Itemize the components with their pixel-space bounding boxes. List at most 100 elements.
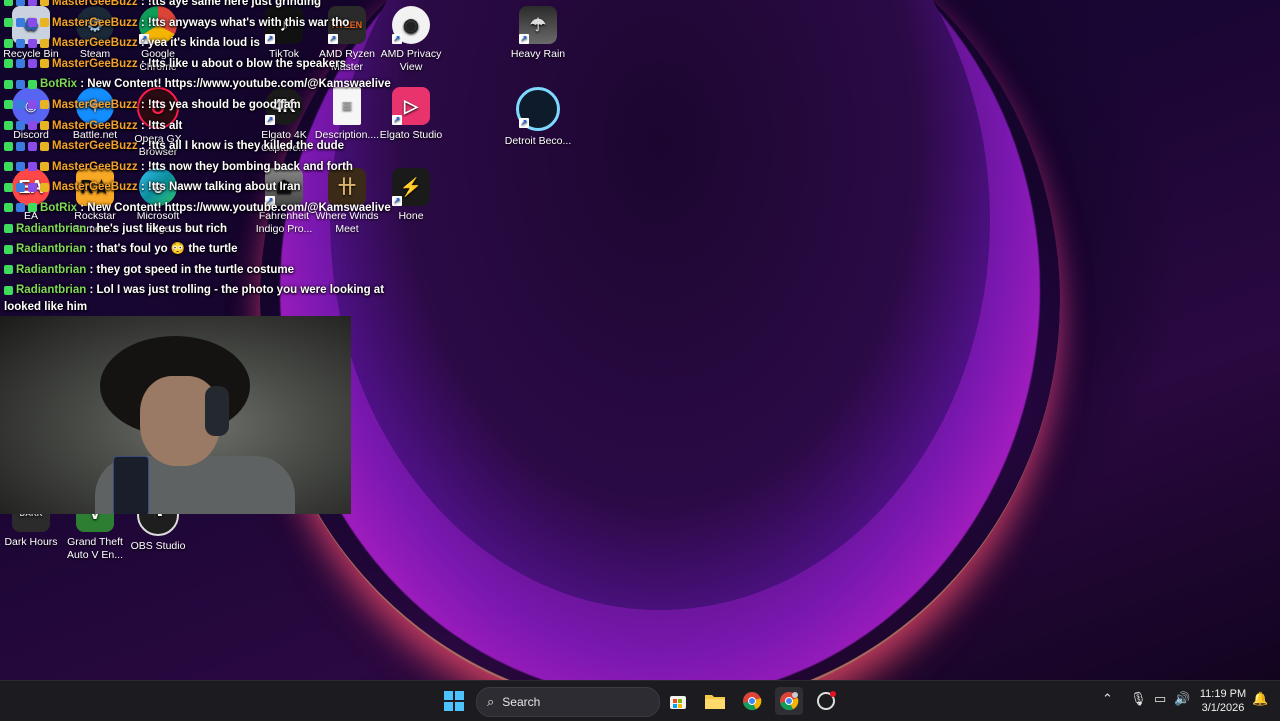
chat-username: MasterGeeBuzz	[52, 0, 138, 8]
windows-start-button[interactable]	[440, 687, 468, 715]
kick-badge-icon	[4, 162, 13, 172]
kick-badge-icon	[4, 59, 13, 69]
desktop-icon-heavy-rain[interactable]: ☂ ↗ Heavy Rain	[503, 6, 573, 61]
chat-username: MasterGeeBuzz	[52, 37, 138, 50]
chat-text: : !tts all I know is they killed the dud…	[140, 140, 345, 153]
kick-badge-icon	[4, 182, 13, 192]
chat-username: MasterGeeBuzz	[52, 181, 138, 194]
clock-date: 3/1/2026	[1201, 702, 1245, 714]
kick-badge-icon	[4, 224, 13, 233]
taskbar-app[interactable]	[812, 687, 840, 715]
sub-badge-icon	[16, 79, 25, 89]
chat-text: : !tts now they bombing back and forth	[140, 160, 353, 173]
kick-badge-icon	[4, 141, 13, 151]
kick-badge-icon	[4, 121, 13, 131]
crown-badge-icon	[40, 162, 49, 172]
tray-speaker-icon[interactable]: 🔊	[1174, 691, 1190, 707]
sub-badge-icon	[16, 203, 25, 213]
gift-badge-icon	[28, 38, 37, 48]
icon-label: OBS Studio	[130, 540, 186, 552]
chat-message: Radiantbrian : Lol I was just trolling -…	[0, 280, 414, 316]
chat-text: : that's foul yo 😳 the turtle	[89, 243, 238, 256]
tray-notification-icon[interactable]: 🔔	[1252, 691, 1268, 707]
icon-label: Grand Theft Auto V En...	[66, 536, 124, 561]
taskbar-clock[interactable]: 11:19 PM 3/1/2026	[1196, 687, 1250, 715]
chat-message: BotRix : New Content! https://www.youtub…	[0, 74, 420, 95]
chat-username: Radiantbrian	[16, 284, 87, 297]
chat-text: : !tts like u about o blow the speakers	[140, 57, 346, 70]
kick-badge-icon	[4, 203, 13, 213]
crown-badge-icon	[40, 141, 49, 151]
crown-badge-icon	[40, 100, 49, 110]
taskbar-chrome[interactable]	[738, 687, 766, 715]
taskbar-file-explorer[interactable]	[701, 687, 729, 715]
microsoft-store-icon	[670, 696, 686, 709]
chat-text: : he's just like us but rich	[89, 222, 228, 235]
sub-badge-icon	[16, 141, 25, 151]
gift-badge-icon	[28, 0, 37, 7]
chat-message: MasterGeeBuzz : !tts anyways what's with…	[0, 13, 420, 34]
chat-username: MasterGeeBuzz	[52, 57, 138, 70]
sub-badge-icon	[16, 182, 25, 192]
chat-message: BotRix : New Content! https://www.youtub…	[0, 198, 420, 219]
crown-badge-icon	[40, 59, 49, 69]
chat-username: MasterGeeBuzz	[52, 16, 138, 29]
chat-text: : !tts alt	[140, 119, 183, 132]
heavy-rain-icon: ☂ ↗	[519, 6, 557, 44]
kick-badge-icon	[4, 38, 13, 48]
gift-badge-icon	[28, 162, 37, 172]
taskbar-search-box[interactable]: ⌕ Search	[476, 687, 660, 717]
sub-badge-icon	[16, 0, 25, 7]
chat-username: Radiantbrian	[16, 222, 87, 235]
taskbar-microsoft-store[interactable]	[664, 687, 692, 715]
chat-username: BotRix	[40, 201, 78, 214]
app-icon	[817, 691, 836, 710]
file-explorer-icon	[705, 695, 725, 709]
headset-icon	[205, 386, 229, 436]
chat-text: : yea it's kinda loud is	[140, 37, 260, 50]
chat-username: MasterGeeBuzz	[52, 160, 138, 173]
chrome-profile-icon	[780, 692, 799, 711]
webcam-feed	[0, 316, 351, 514]
chat-username: MasterGeeBuzz	[52, 119, 138, 132]
chat-message: Radiantbrian : they got speed in the tur…	[0, 260, 420, 281]
sub-badge-icon	[16, 162, 25, 172]
chat-message: MasterGeeBuzz : !tts yea should be good …	[0, 95, 420, 116]
chat-message: MasterGeeBuzz : !tts Naww talking about …	[0, 177, 420, 198]
chat-text: : they got speed in the turtle costume	[89, 263, 294, 276]
gift-badge-icon	[28, 59, 37, 69]
chat-username: Radiantbrian	[16, 263, 87, 276]
sub-badge-icon	[16, 18, 25, 28]
taskbar: ⌕ Search ⌃ 🎙 ▭ 🔊 11:19 PM 3/1/2026 🔔	[0, 680, 1280, 721]
search-icon: ⌕	[487, 694, 495, 709]
chat-text: : !tts aye same here just grinding	[140, 0, 322, 8]
crown-badge-icon	[40, 182, 49, 192]
chat-message: Radiantbrian : he's just like us but ric…	[0, 219, 420, 240]
sub-badge-icon	[16, 59, 25, 69]
desktop-icon-detroit-become-human[interactable]: ↗ Detroit Beco...	[503, 87, 573, 148]
search-placeholder: Search	[502, 695, 541, 709]
verified-badge-icon	[28, 203, 37, 213]
kick-badge-icon	[4, 79, 13, 89]
gift-badge-icon	[28, 100, 37, 110]
tray-chevron-up-icon[interactable]: ⌃	[1102, 691, 1113, 707]
clock-time: 11:19 PM	[1199, 688, 1247, 700]
chat-text: : New Content! https://www.youtube.com/@…	[80, 78, 391, 91]
sub-badge-icon	[16, 121, 25, 131]
kick-badge-icon	[4, 285, 13, 295]
chat-message: MasterGeeBuzz : !tts aye same here just …	[0, 0, 420, 13]
chat-message: MasterGeeBuzz : !tts now they bombing ba…	[0, 157, 420, 178]
gift-badge-icon	[28, 121, 37, 131]
tray-network-icon[interactable]: ▭	[1154, 691, 1166, 707]
gift-badge-icon	[28, 182, 37, 192]
tray-microphone-icon[interactable]: 🎙	[1130, 691, 1147, 707]
chat-message: MasterGeeBuzz : !tts alt	[0, 116, 420, 137]
taskbar-chrome-profile[interactable]	[775, 687, 803, 715]
chat-username: MasterGeeBuzz	[52, 140, 138, 153]
chrome-icon	[743, 692, 762, 711]
chat-username: BotRix	[40, 78, 78, 91]
chat-message: MasterGeeBuzz : !tts like u about o blow…	[0, 54, 420, 75]
gift-badge-icon	[28, 18, 37, 28]
gift-badge-icon	[28, 141, 37, 151]
crown-badge-icon	[40, 18, 49, 28]
